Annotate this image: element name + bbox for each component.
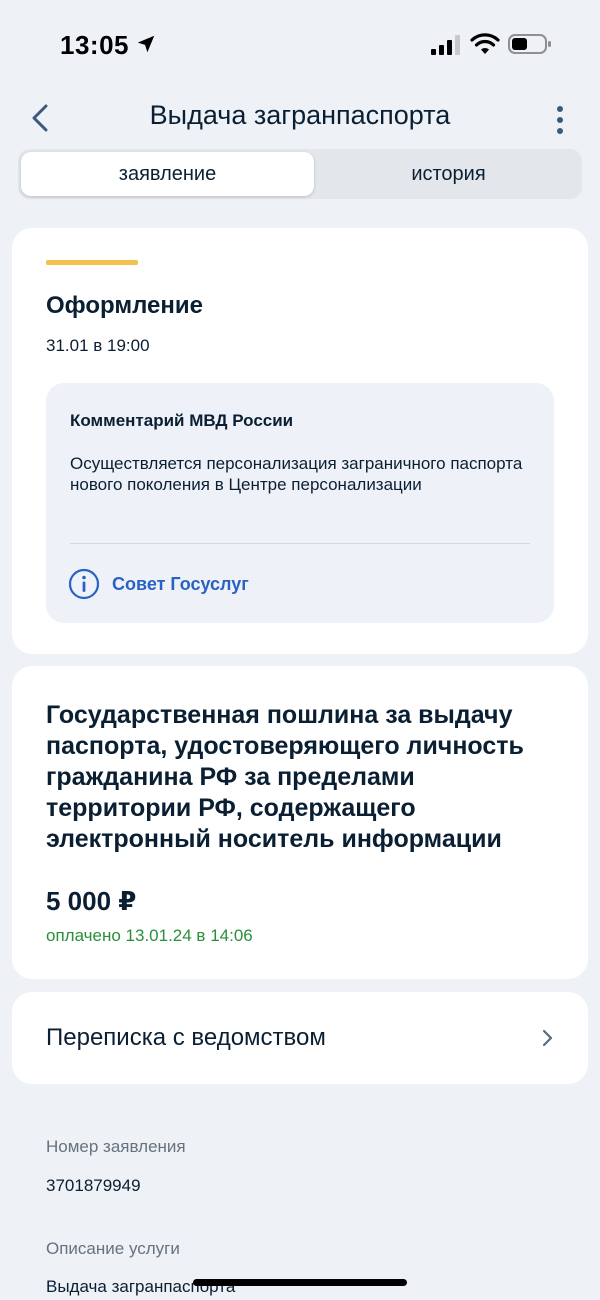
comment-title: Комментарий МВД России [70,411,294,430]
nav-bar: Выдача загранпаспорта [0,90,600,146]
comment-text: Осуществляется персонализация загранично… [70,454,523,494]
state-fee-card: Государственная пошлина за выдачу паспор… [12,666,588,979]
fee-paid-status: оплачено 13.01.24 в 14:06 [46,926,253,945]
ministry-comment-box: Комментарий МВД России Осуществляется пе… [46,383,554,623]
service-description-label: Описание услуги [46,1239,180,1258]
status-indicator-stripe [46,260,138,265]
correspondence-label: Переписка с ведомством [46,1024,326,1051]
wifi-icon [470,33,500,54]
screen: 13:05 Выдача загранпаспорта заявление ис… [0,0,600,1300]
advice-label: Совет Госуслуг [112,573,249,594]
status-time: 13:05 [60,30,129,60]
application-number-label: Номер заявления [46,1137,186,1156]
info-circle-icon [68,568,100,600]
tab-application[interactable]: заявление [21,152,314,196]
gosuslugi-advice-link[interactable]: Совет Госуслуг [68,567,249,601]
chevron-right-icon [542,1029,553,1047]
tab-history[interactable]: история [318,152,579,196]
battery-icon [508,34,551,54]
fee-title: Государственная пошлина за выдачу паспор… [46,701,524,853]
application-number-value: 3701879949 [46,1176,141,1195]
status-bar: 13:05 [0,0,600,90]
location-arrow-icon [137,35,155,53]
status-title: Оформление [46,292,203,319]
status-date: 31.01 в 19:00 [46,336,150,355]
status-card: Оформление 31.01 в 19:00 Комментарий МВД… [12,228,588,654]
divider [70,543,530,544]
more-vertical-icon[interactable] [548,100,572,140]
home-indicator [193,1279,407,1286]
signal-icon [431,35,460,55]
fee-amount: 5 000 ₽ [46,886,137,916]
page-title: Выдача загранпаспорта [149,100,451,130]
tab-switcher: заявление история [18,149,582,199]
correspondence-row[interactable]: Переписка с ведомством [12,992,588,1084]
